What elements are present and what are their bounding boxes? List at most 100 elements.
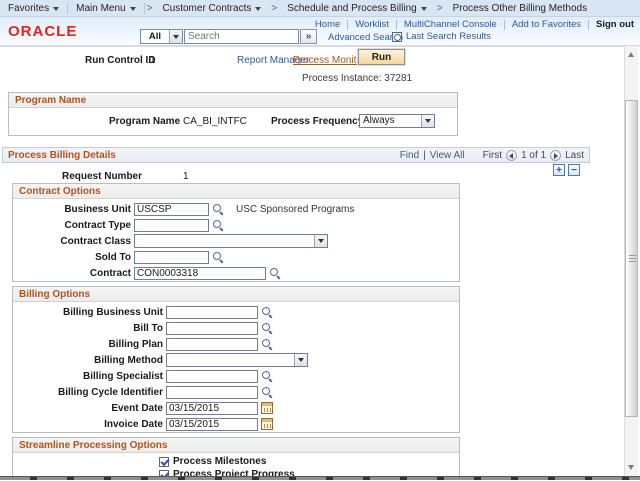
billing-specialist-label: Billing Specialist xyxy=(13,371,166,382)
sold-to-label: Sold To xyxy=(13,252,134,263)
billing-options-groupbox-header: Billing Options xyxy=(13,287,459,302)
program-name-value: CA_BI_INTFC xyxy=(183,116,247,127)
process-frequency-select[interactable]: Always xyxy=(359,114,435,128)
process-milestones-checkbox[interactable] xyxy=(159,457,169,467)
sign-out-link[interactable]: Sign out xyxy=(589,19,634,30)
header: ORACLE Home Worklist MultiChannel Consol… xyxy=(0,17,640,46)
search-scope-value: All xyxy=(141,30,169,43)
process-instance: Process Instance: 37281 xyxy=(302,73,412,84)
nav-worklist-link[interactable]: Worklist xyxy=(348,19,396,30)
groupbox-title: Contract Options xyxy=(19,186,101,197)
contract-row: Contract xyxy=(13,265,459,281)
crumb-label: Customer Contracts xyxy=(162,3,251,14)
process-frequency-label: Process Frequency xyxy=(271,116,363,127)
contract-type-lookup-icon[interactable] xyxy=(212,219,224,231)
billing-business-unit-lookup-icon[interactable] xyxy=(261,306,273,318)
process-billing-details-bar: Process Billing Details Find | View All … xyxy=(2,147,590,163)
chevron-down-icon xyxy=(421,7,427,14)
search-input[interactable] xyxy=(184,29,299,44)
contract-options-body: Business Unit USC Sponsored Programs Con… xyxy=(13,199,459,281)
contract-class-select[interactable] xyxy=(134,234,328,248)
first-label: First xyxy=(483,150,502,161)
crumb-label: Process Other Billing Methods xyxy=(453,3,588,14)
bill-to-row: Bill To xyxy=(13,320,459,336)
add-row-button[interactable]: + xyxy=(553,164,565,176)
program-name-row: Program Name CA_BI_INTFC Process Frequen… xyxy=(9,108,457,135)
sold-to-lookup-icon[interactable] xyxy=(212,251,224,263)
event-date-input[interactable] xyxy=(166,402,258,415)
crumb-label: Schedule and Process Billing xyxy=(287,3,417,14)
invoice-date-calendar-icon[interactable] xyxy=(261,418,273,430)
find-link[interactable]: Find xyxy=(400,150,419,161)
previous-row-icon[interactable] xyxy=(506,150,517,161)
billing-specialist-row: Billing Specialist xyxy=(13,368,459,384)
breadcrumb-arrow xyxy=(145,3,155,14)
sold-to-input[interactable] xyxy=(134,251,209,264)
business-unit-label: Business Unit xyxy=(13,204,134,215)
dropdown-arrow-icon[interactable] xyxy=(314,235,327,247)
billing-business-unit-input[interactable] xyxy=(166,306,258,319)
chevron-down-icon xyxy=(318,239,324,246)
chevron-down-icon xyxy=(130,7,136,14)
main-menu[interactable]: Main Menu xyxy=(68,3,143,14)
search-scope-select[interactable]: All xyxy=(140,29,183,44)
search-go-button[interactable]: » xyxy=(300,29,317,44)
business-unit-input[interactable] xyxy=(134,203,209,216)
billing-plan-input[interactable] xyxy=(166,338,258,351)
scrollbar-thumb[interactable] xyxy=(625,100,638,417)
next-row-icon[interactable] xyxy=(550,150,561,161)
dropdown-arrow-icon[interactable] xyxy=(169,30,182,43)
billing-plan-lookup-icon[interactable] xyxy=(261,338,273,350)
run-control-id-label: Run Control ID xyxy=(85,55,156,66)
nav-add-to-favorites-link[interactable]: Add to Favorites xyxy=(505,19,588,30)
contract-class-row: Contract Class xyxy=(13,233,459,249)
grid-navigation: Find | View All First 1 of 1 Last xyxy=(400,150,589,161)
favorites-menu[interactable]: Favorites xyxy=(0,3,67,14)
chevron-down-icon xyxy=(255,7,261,14)
run-control-id-value: 1 xyxy=(150,55,156,66)
dropdown-arrow-icon[interactable] xyxy=(421,115,434,127)
process-monitor-link[interactable]: Process Monitor xyxy=(293,55,365,66)
dropdown-arrow-icon[interactable] xyxy=(294,354,307,366)
billing-cycle-identifier-lookup-icon[interactable] xyxy=(261,386,273,398)
run-button[interactable]: Run xyxy=(358,49,405,65)
scroll-down-icon[interactable] xyxy=(628,465,634,473)
last-search-results: Last Search Results xyxy=(392,31,491,42)
last-search-results-link[interactable]: Last Search Results xyxy=(406,31,491,42)
invoice-date-label: Invoice Date xyxy=(13,419,166,430)
breadcrumb-process-other-billing-methods[interactable]: Process Other Billing Methods xyxy=(445,3,596,14)
breadcrumb-customer-contracts[interactable]: Customer Contracts xyxy=(154,3,269,14)
program-name-groupbox: Program Name Program Name CA_BI_INTFC Pr… xyxy=(8,92,458,136)
billing-method-select[interactable] xyxy=(166,353,308,367)
request-number-label: Request Number xyxy=(62,171,142,182)
view-all-link[interactable]: View All xyxy=(430,150,465,161)
billing-cycle-identifier-input[interactable] xyxy=(166,386,258,399)
billing-specialist-lookup-icon[interactable] xyxy=(261,370,273,382)
row-action-buttons: + − xyxy=(553,164,580,176)
streamline-processing-groupbox: Streamline Processing Options Process Mi… xyxy=(12,437,460,478)
billing-specialist-input[interactable] xyxy=(166,370,258,383)
business-unit-lookup-icon[interactable] xyxy=(212,203,224,215)
breadcrumb-schedule-and-process-billing[interactable]: Schedule and Process Billing xyxy=(279,3,435,14)
event-date-row: Event Date xyxy=(13,400,459,416)
groupbox-title: Streamline Processing Options xyxy=(19,440,167,451)
invoice-date-input[interactable] xyxy=(166,418,258,431)
delete-row-button[interactable]: − xyxy=(568,164,580,176)
vertical-scrollbar[interactable] xyxy=(624,46,638,476)
nav-multichannel-console-link[interactable]: MultiChannel Console xyxy=(397,19,504,30)
process-milestones-label: Process Milestones xyxy=(173,456,266,467)
bill-to-input[interactable] xyxy=(166,322,258,335)
taskbar-strip xyxy=(0,476,640,480)
bill-to-lookup-icon[interactable] xyxy=(261,322,273,334)
process-milestones-row: Process Milestones xyxy=(159,455,459,468)
business-unit-description: USC Sponsored Programs xyxy=(236,204,354,215)
chevron-down-icon xyxy=(425,119,431,126)
billing-plan-label: Billing Plan xyxy=(13,339,166,350)
scroll-up-icon[interactable] xyxy=(628,49,634,57)
contract-input[interactable] xyxy=(134,267,266,280)
last-label: Last xyxy=(565,150,584,161)
billing-options-body: Billing Business Unit Bill To Billing Pl… xyxy=(13,302,459,432)
contract-lookup-icon[interactable] xyxy=(269,267,281,279)
contract-type-input[interactable] xyxy=(134,219,209,232)
event-date-calendar-icon[interactable] xyxy=(261,402,273,414)
